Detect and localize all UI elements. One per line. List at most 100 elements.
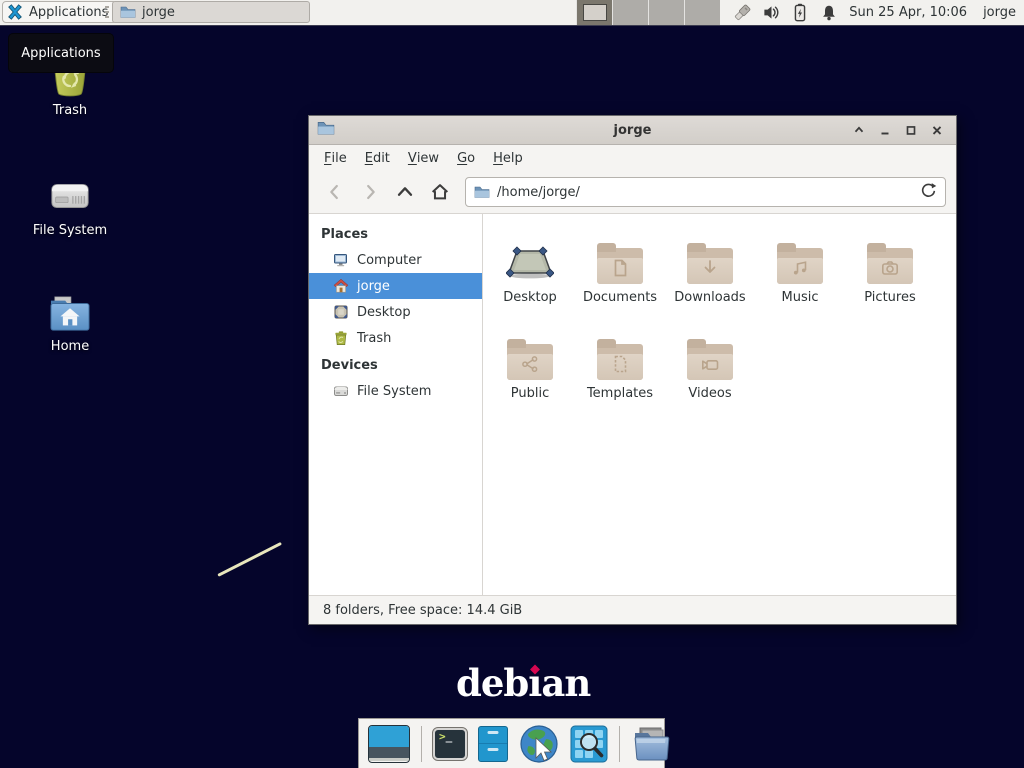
taskbar-window-label: jorge <box>142 5 175 20</box>
menu-help[interactable]: Help <box>484 145 532 171</box>
dock-terminal-button[interactable]: >_ <box>433 728 467 760</box>
folder-item-pictures[interactable]: Pictures <box>845 230 935 326</box>
sidebar-item-desktop[interactable]: Desktop <box>309 299 482 325</box>
sidebar-item-label: Desktop <box>357 305 411 320</box>
desktop-icon-label: Home <box>18 339 122 354</box>
sidebar-header-places: Places <box>309 220 482 247</box>
up-button[interactable] <box>389 177 421 207</box>
folder-label: Downloads <box>674 290 745 305</box>
sidebar-item-label: File System <box>357 384 431 399</box>
applications-menu-icon <box>6 3 24 21</box>
trash-icon <box>333 330 349 346</box>
mouse-cursor-artifact <box>217 542 282 577</box>
desktop-icon-home[interactable]: Home <box>18 294 122 354</box>
workspace-window-thumb <box>583 4 607 21</box>
folder-item-templates[interactable]: Templates <box>575 326 665 422</box>
dock-application-finder-button[interactable] <box>570 725 608 763</box>
document-glyph <box>610 258 630 278</box>
system-tray <box>732 3 839 23</box>
sidebar-item-trash[interactable]: Trash <box>309 325 482 351</box>
folder-icon <box>687 248 733 284</box>
address-folder-icon <box>474 184 490 200</box>
menu-go[interactable]: Go <box>448 145 484 171</box>
sidebar-item-label: jorge <box>357 279 390 294</box>
toolbar: /home/jorge/ <box>309 171 956 214</box>
folder-item-music[interactable]: Music <box>755 230 845 326</box>
workspace-3[interactable] <box>648 0 684 25</box>
home-folder-icon <box>47 294 93 334</box>
folder-label: Public <box>511 386 549 401</box>
battery-charging-icon[interactable] <box>790 3 810 23</box>
dock-web-browser-button[interactable] <box>519 724 559 764</box>
sidebar-header-devices: Devices <box>309 351 482 378</box>
dock-directory-menu-button[interactable] <box>631 725 671 763</box>
menu-file[interactable]: File <box>315 145 356 171</box>
folder-label: Desktop <box>503 290 557 305</box>
dock-file-manager-button[interactable] <box>478 726 508 762</box>
folder-icon <box>777 248 823 284</box>
folder-icon <box>597 344 643 380</box>
sidebar-item-computer[interactable]: Computer <box>309 247 482 273</box>
folder-icon <box>507 344 553 380</box>
folder-label: Music <box>782 290 819 305</box>
applications-button-label: Applications <box>29 5 108 20</box>
dock-separator <box>619 726 620 762</box>
folder-view: Desktop Documents <box>483 214 956 595</box>
folder-label: Templates <box>587 386 653 401</box>
volume-icon[interactable] <box>761 3 781 23</box>
folder-item-desktop[interactable]: Desktop <box>485 230 575 326</box>
workspace-2[interactable] <box>612 0 648 25</box>
video-camera-glyph <box>700 354 720 374</box>
application-finder-icon <box>570 725 608 763</box>
drive-icon <box>333 383 349 399</box>
menu-edit[interactable]: Edit <box>356 145 399 171</box>
close-button[interactable] <box>926 119 948 141</box>
dock-show-desktop-button[interactable] <box>368 725 410 763</box>
clock[interactable]: Sun 25 Apr, 10:06 <box>849 5 967 20</box>
tooltip-text: Applications <box>21 46 100 61</box>
applications-button[interactable]: Applications <box>2 1 117 23</box>
forward-button[interactable] <box>354 177 386 207</box>
sidebar: Places Computer <box>309 214 483 595</box>
camera-glyph <box>880 258 900 278</box>
window-body: Places Computer <box>309 214 956 595</box>
window-controls <box>848 119 956 141</box>
sidebar-item-file-system[interactable]: File System <box>309 378 482 404</box>
reload-button[interactable] <box>920 182 937 203</box>
taskbar-window-button[interactable]: jorge <box>112 1 310 23</box>
user-menu[interactable]: jorge <box>983 5 1016 20</box>
back-button[interactable] <box>319 177 351 207</box>
address-bar[interactable]: /home/jorge/ <box>465 177 946 207</box>
panel-handle[interactable] <box>105 6 109 20</box>
folder-window-icon <box>120 4 136 20</box>
removable-media-icon[interactable] <box>732 3 752 23</box>
workspace-switcher <box>576 0 720 25</box>
desktop-icon-label: Trash <box>18 103 122 118</box>
maximize-button[interactable] <box>900 119 922 141</box>
sidebar-item-jorge[interactable]: jorge <box>309 273 482 299</box>
notifications-bell-icon[interactable] <box>819 3 839 23</box>
folder-item-public[interactable]: Public <box>485 326 575 422</box>
bottom-dock: >_ <box>358 718 665 768</box>
statusbar: 8 folders, Free space: 14.4 GiB <box>309 595 956 624</box>
folder-item-downloads[interactable]: Downloads <box>665 230 755 326</box>
template-page-glyph <box>610 354 630 374</box>
address-text[interactable]: /home/jorge/ <box>497 185 913 200</box>
titlebar[interactable]: jorge <box>309 116 956 145</box>
workspace-4[interactable] <box>684 0 720 25</box>
folder-item-videos[interactable]: Videos <box>665 326 755 422</box>
workspace-1[interactable] <box>576 0 612 25</box>
home-button[interactable] <box>424 177 456 207</box>
menubar: File Edit View Go Help <box>309 145 956 171</box>
panel-right-area: Sun 25 Apr, 10:06 jorge <box>576 0 1024 25</box>
share-glyph <box>520 354 540 374</box>
menu-view[interactable]: View <box>399 145 448 171</box>
desktop-icon-file-system[interactable]: File System <box>18 176 122 238</box>
minimize-button[interactable] <box>874 119 896 141</box>
folder-label: Videos <box>688 386 731 401</box>
debian-logo-text: deb <box>456 661 528 705</box>
computer-icon <box>333 252 349 268</box>
debian-logo: debıan <box>456 662 590 705</box>
shade-button[interactable] <box>848 119 870 141</box>
folder-item-documents[interactable]: Documents <box>575 230 665 326</box>
